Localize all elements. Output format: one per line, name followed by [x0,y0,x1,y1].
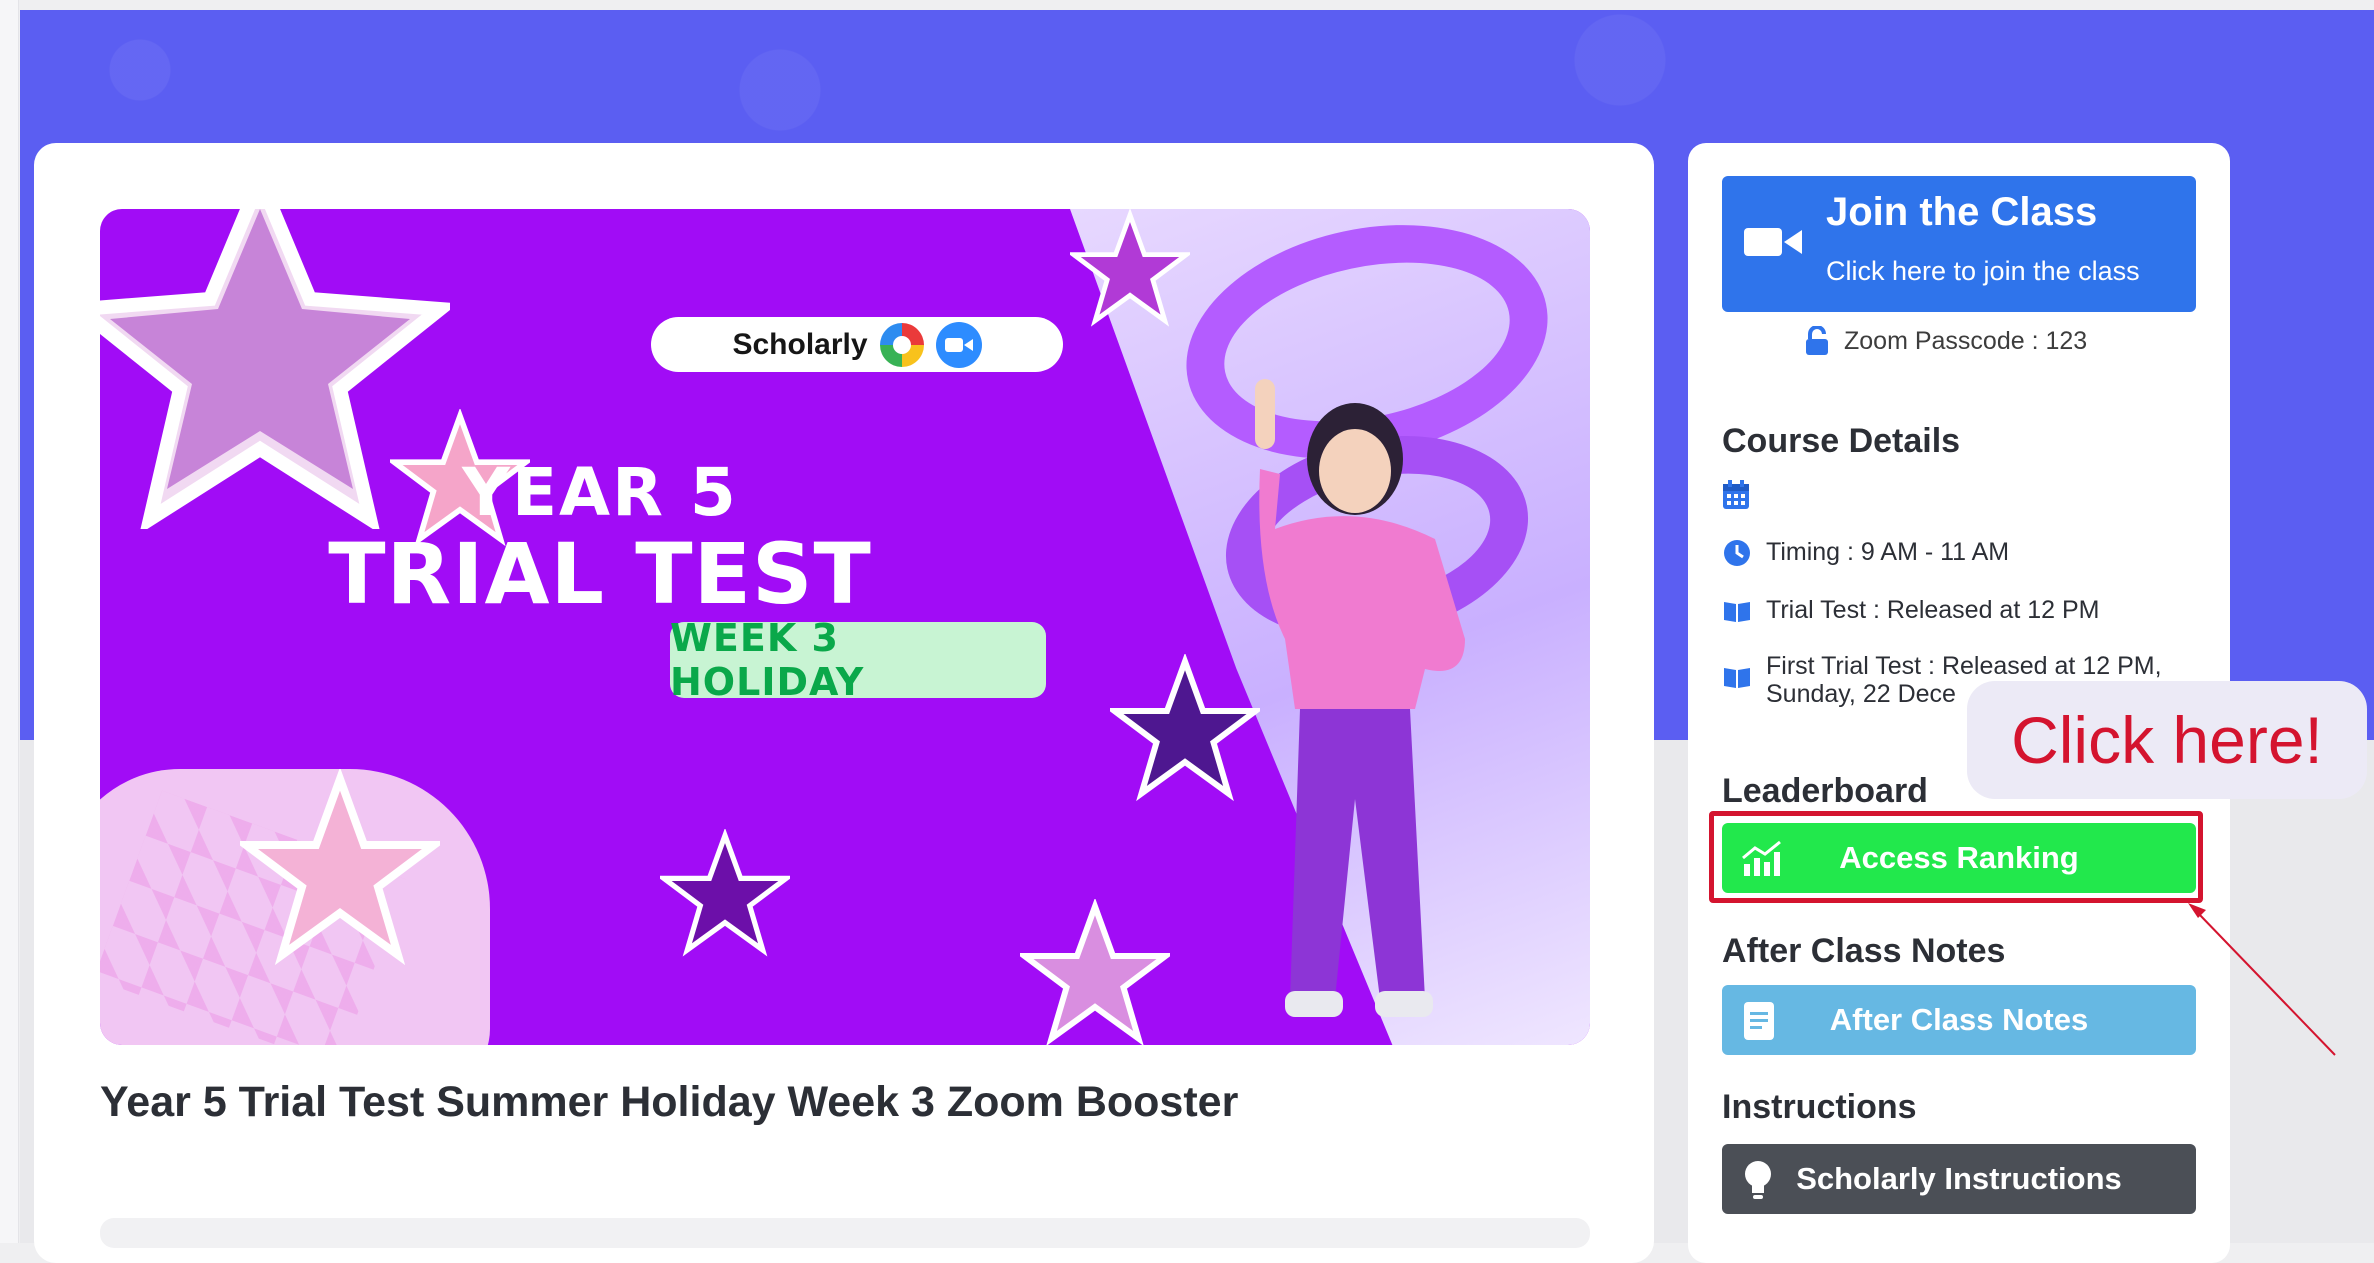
callout-arrow [2188,903,2336,1056]
